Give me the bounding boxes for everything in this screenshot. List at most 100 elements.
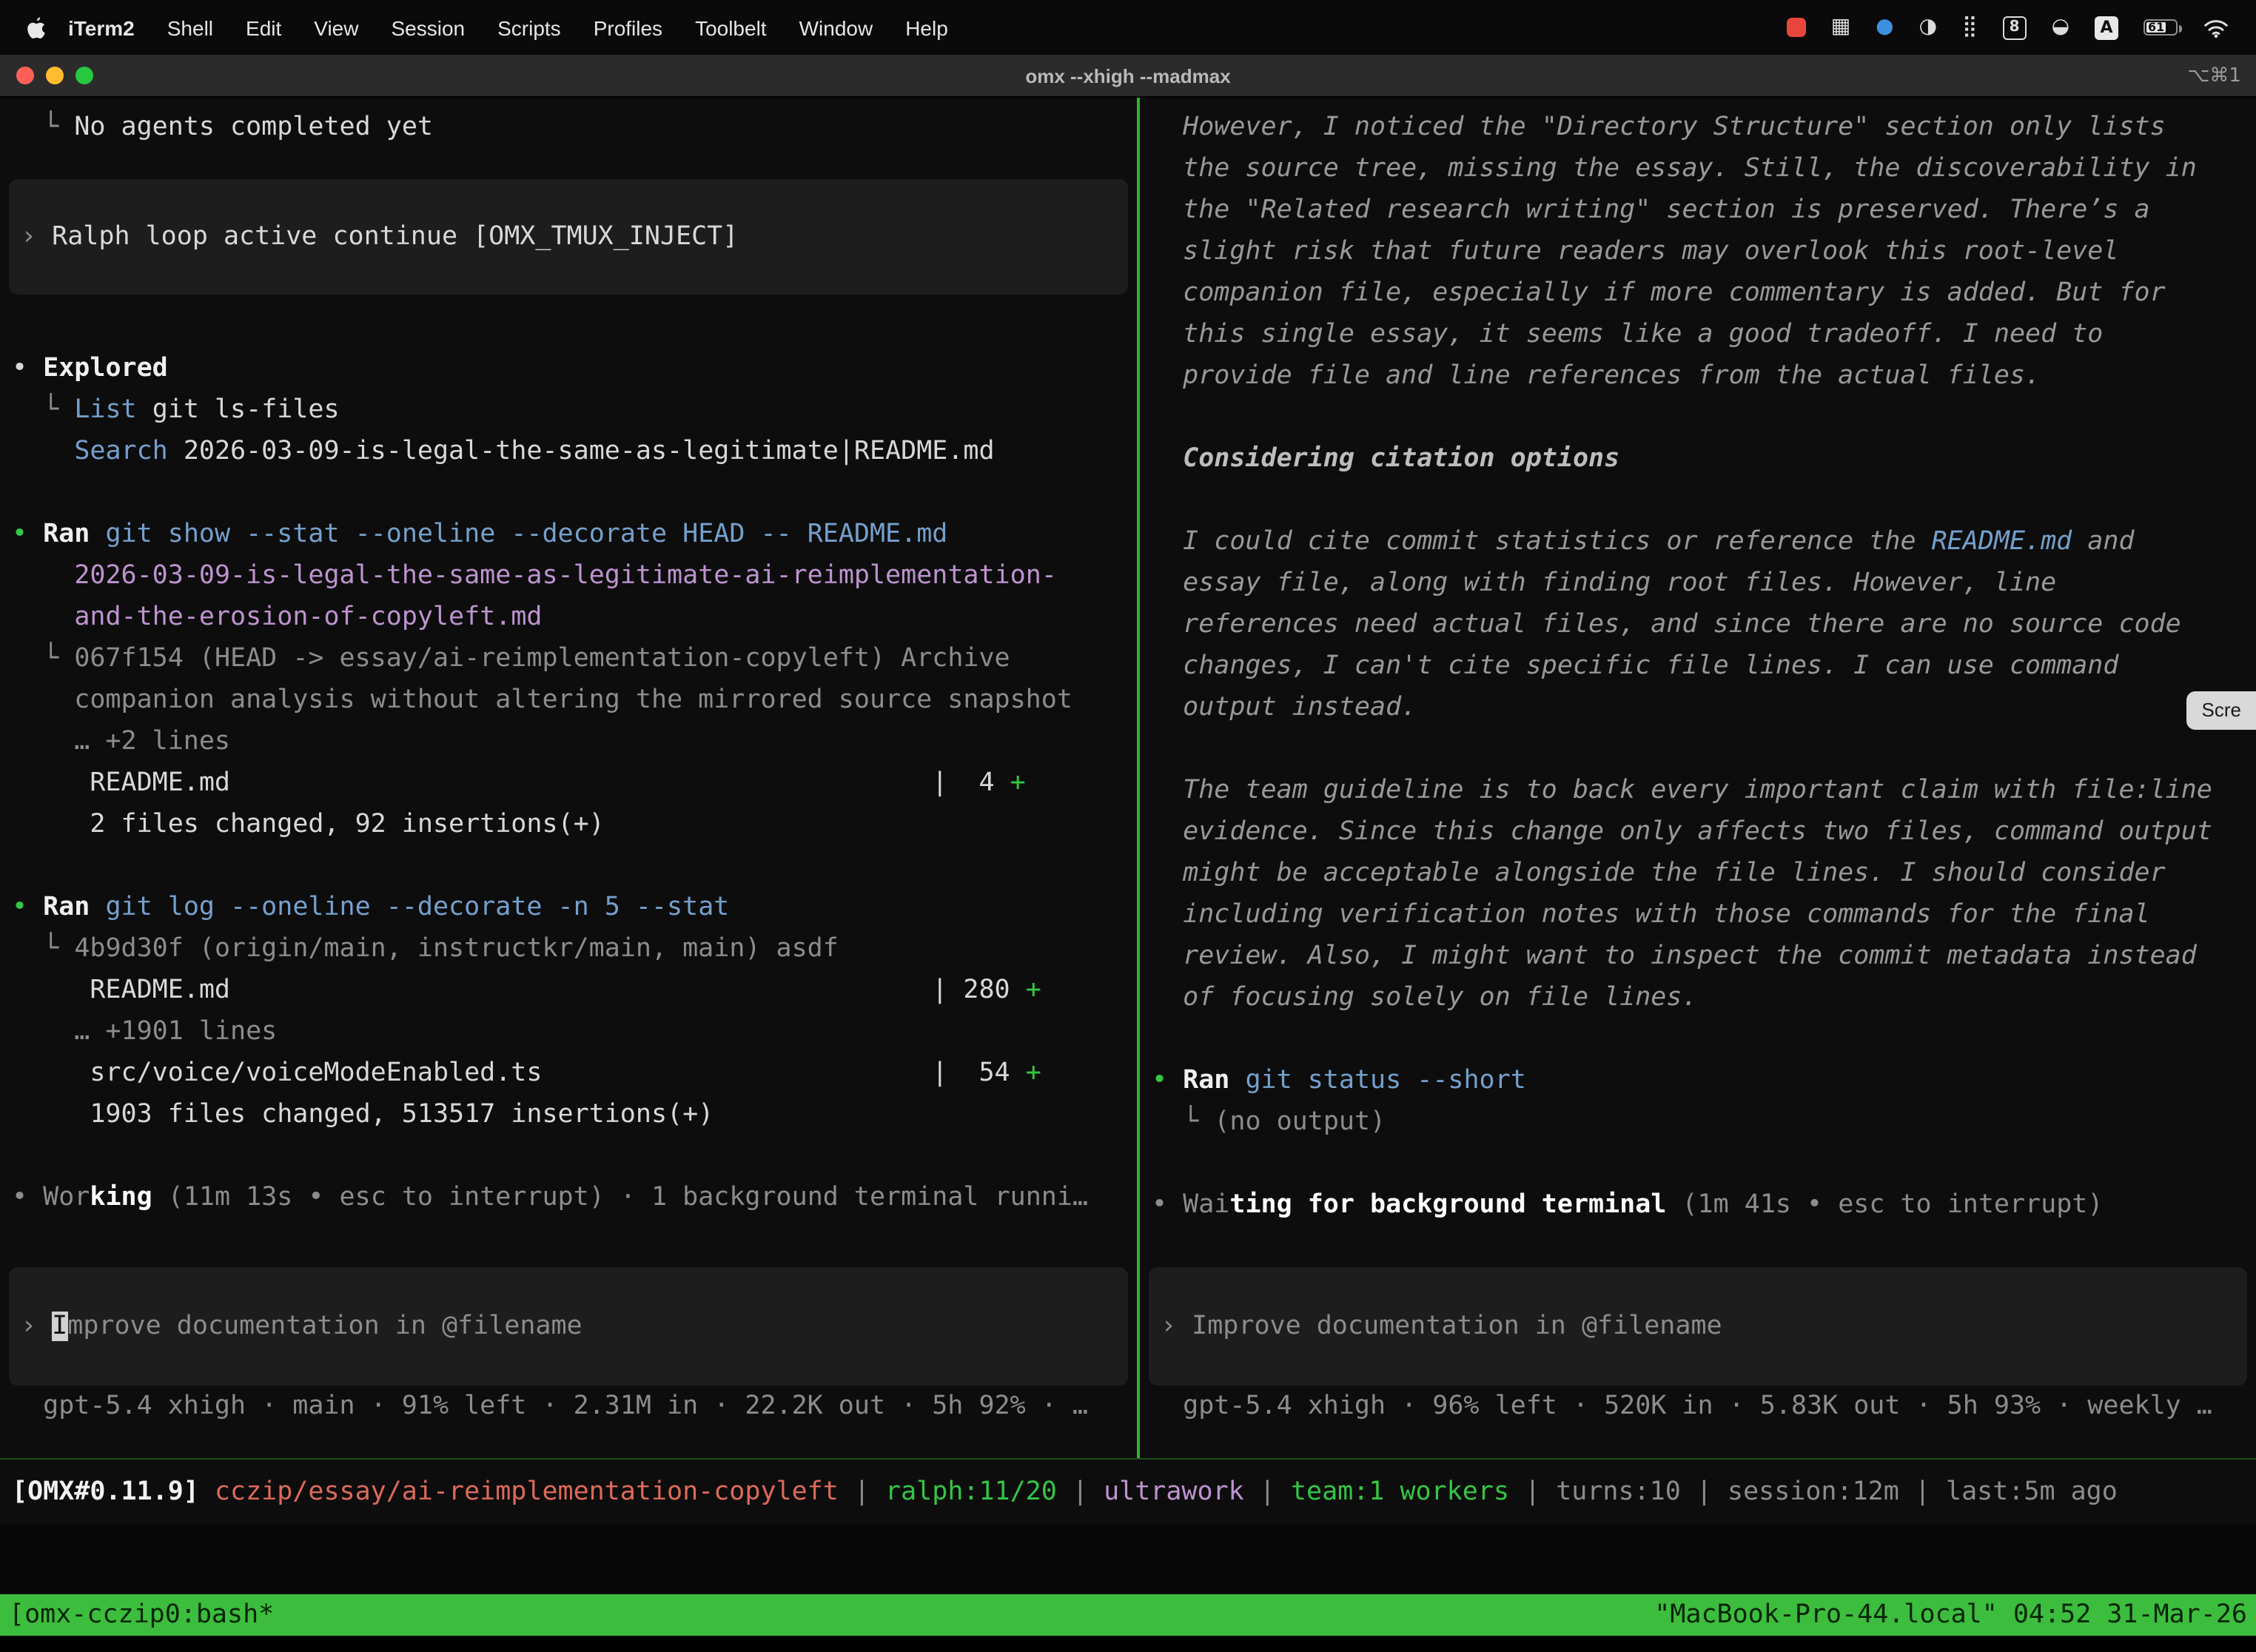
menu-item-view[interactable]: View [298,16,375,39]
menu-app-name[interactable]: iTerm2 [52,16,151,39]
apple-menu-icon[interactable] [21,16,52,39]
window-title-bar[interactable]: omx --xhigh --madmax ⌥⌘1 [0,55,2256,98]
text-segment: changes, I can't cite specific file line… [1152,651,2118,681]
right-model-status: gpt-5.4 xhigh · 96% left · 520K in · 5.8… [1140,1386,2256,1427]
text-segment [12,561,74,591]
text-segment: Ran [43,893,90,922]
left-model-status: gpt-5.4 xhigh · main · 91% left · 2.31M … [0,1386,1137,1427]
text-segment: the source tree, missing the essay. Stil… [1152,154,2197,184]
text-segment: | [1244,1477,1291,1507]
text-segment: README.md [1932,527,2072,557]
prompt-input-left[interactable]: › Improve documentation in @filename [9,1267,1128,1386]
right-pane[interactable]: However, I noticed the "Directory Struct… [1140,98,2256,1458]
text-segment: | [1899,1477,1946,1507]
terminal-line: the "Related research writing" section i… [1140,189,2256,231]
text-segment: Considering citation options [1152,444,1619,474]
terminal-line [0,472,1137,514]
gauge-icon[interactable]: ◒ [2052,16,2069,38]
text-segment: git status --short [1245,1066,1525,1095]
menu-item-scripts[interactable]: Scripts [481,16,577,39]
menu-item-session[interactable]: Session [375,16,481,39]
text-segment: List [74,395,136,425]
menu-item-toolbelt[interactable]: Toolbelt [679,16,783,39]
prompt-input-right[interactable]: › Improve documentation in @filename [1149,1267,2247,1386]
terminal-line: including verification notes with those … [1140,894,2256,936]
text-segment: Wor [43,1183,90,1212]
text-segment: Wai [1183,1190,1229,1220]
terminal-line: companion file, especially if more comme… [1140,272,2256,314]
terminal-line: └ 067f154 (HEAD -> essay/ai-reimplementa… [0,638,1137,679]
minimize-button[interactable] [46,67,64,84]
text-segment [90,893,105,922]
ralph-notice-line: › Ralph loop active continue [OMX_TMUX_I… [9,216,738,258]
text-segment: + [1026,1058,1041,1088]
input-source-icon[interactable]: A [2095,16,2118,39]
spacer [0,295,1137,348]
grid-icon[interactable]: ▦ [1831,16,1850,38]
left-top-lines: └ No agents completed yet [0,107,1137,148]
zoom-button[interactable] [75,67,93,84]
terminal-line [1140,397,2256,438]
dots-grid-icon[interactable]: ⣿ [1962,16,1978,38]
text-segment: 2 files changed, 92 insertions(+) [12,810,605,839]
terminal-line: • Waiting for background terminal (1m 41… [1140,1184,2256,1226]
droplet-icon[interactable]: ● [1876,16,1893,38]
text-segment: • [12,1183,43,1212]
text-segment: references need actual files, and since … [1152,610,2181,639]
tmux-session-label: [omx-cczip0:bash* [9,1600,274,1630]
text-segment: Improve documentation in @filename [1192,1312,1722,1341]
menu-item-edit[interactable]: Edit [229,16,298,39]
screen-edge-tooltip[interactable]: Scre [2187,691,2256,730]
left-pane[interactable]: └ No agents completed yet › Ralph loop a… [0,98,1137,1458]
menu-item-window[interactable]: Window [783,16,890,39]
terminal-line: • Ran git status --short [1140,1060,2256,1101]
text-segment: session:12m [1728,1477,1899,1507]
menu-item-help[interactable]: Help [889,16,964,39]
text-segment: I [52,1312,67,1341]
right-body-lines: However, I noticed the "Directory Struct… [1140,107,2256,1226]
battery-icon[interactable]: 61 [2143,19,2178,36]
text-segment: + [1010,768,1026,798]
text-segment: • [12,354,43,383]
terminal-line: Search 2026-03-09-is-legal-the-same-as-l… [0,431,1137,472]
text-segment: the "Related research writing" section i… [1152,195,2150,225]
terminal-line: … +2 lines [0,721,1137,762]
apple-logo-icon [27,16,46,39]
terminal-line: references need actual files, and since … [1140,604,2256,645]
terminal-area: └ No agents completed yet › Ralph loop a… [0,98,2256,1458]
wifi-icon[interactable] [2203,17,2229,38]
text-segment: 067f154 (HEAD -> essay/ai-reimplementati… [74,644,1010,674]
terminal-line: The team guideline is to back every impo… [1140,770,2256,811]
terminal-line [1140,480,2256,521]
text-segment: 1903 files changed, 513517 insertions(+) [12,1100,714,1129]
text-segment: [OMX#0.11.9] [12,1477,215,1507]
disc-icon[interactable]: ◑ [1919,16,1937,38]
tmux-status-bar: [omx-cczip0:bash* "MacBook-Pro-44.local"… [0,1594,2256,1636]
text-segment: • [1152,1190,1183,1220]
menu-item-shell[interactable]: Shell [151,16,229,39]
screen-recording-stop-icon[interactable] [1787,18,1806,37]
text-segment: turns:10 [1556,1477,1681,1507]
text-segment: evidence. Since this change only affects… [1152,817,2212,847]
terminal-line: └ No agents completed yet [0,107,1137,148]
terminal-line: might be acceptable alongside the file l… [1140,853,2256,894]
terminal-line [0,1135,1137,1177]
text-segment: output instead. [1152,693,1417,722]
terminal-line: However, I noticed the "Directory Struct… [1140,107,2256,148]
text-segment: The team guideline is to back every impo… [1152,776,2212,805]
terminal-line [1140,1143,2256,1184]
text-segment: cczip/essay/ai-reimplementation-copyleft [215,1477,839,1507]
text-segment: (11m 13s • esc to interrupt) · 1 backgro… [152,1183,1088,1212]
terminal-line [1140,728,2256,770]
text-segment: › [21,1312,52,1341]
text-segment: Ralph loop active continue [OMX_TMUX_INJ… [52,222,738,252]
text-segment: 4b9d30f (origin/main, instructkr/main, m… [74,934,839,964]
close-button[interactable] [16,67,34,84]
text-segment: companion file, especially if more comme… [1152,278,2166,308]
text-segment: ultrawork [1104,1477,1244,1507]
keycap-8-icon[interactable]: 8 [2003,16,2027,39]
menu-item-profiles[interactable]: Profiles [577,16,679,39]
text-segment: | [1057,1477,1104,1507]
text-segment: companion analysis without altering the … [12,685,1072,715]
text-segment: 2026-03-09-is-legal-the-same-as-legitima… [74,561,1057,591]
